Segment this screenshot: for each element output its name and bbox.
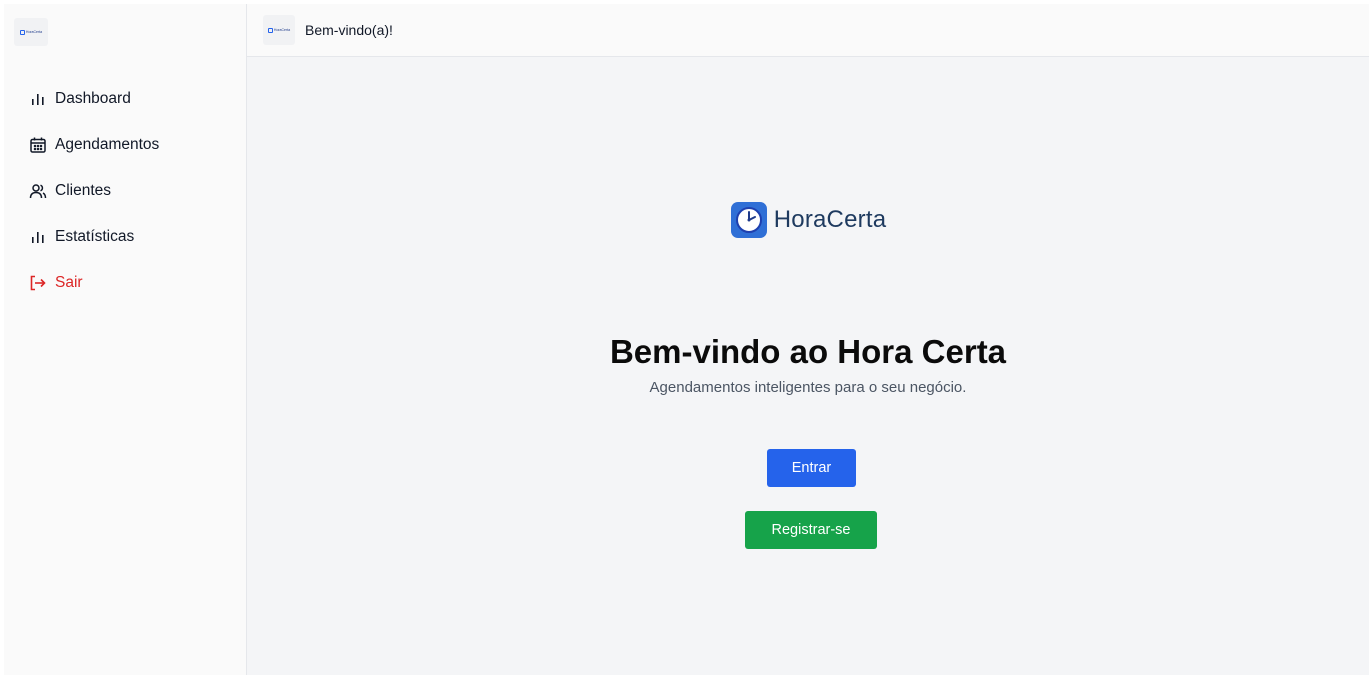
sidebar: HoraCerta Dashboard Agendamentos Cliente… <box>4 4 247 675</box>
register-button[interactable]: Registrar-se <box>745 511 877 549</box>
header-logo-text: HoraCerta <box>273 28 291 32</box>
sidebar-item-estatisticas[interactable]: Estatísticas <box>4 214 246 260</box>
welcome-content: HoraCerta Bem-vindo ao Hora Certa Agenda… <box>247 57 1369 675</box>
app-shell: HoraCerta Dashboard Agendamentos Cliente… <box>4 4 1369 675</box>
sidebar-item-clientes[interactable]: Clientes <box>4 168 246 214</box>
sidebar-item-label: Agendamentos <box>55 136 160 153</box>
header-logo[interactable]: HoraCerta <box>263 15 295 45</box>
clock-icon <box>730 202 767 238</box>
welcome-heading: Bem-vindo ao Hora Certa <box>609 333 1007 370</box>
sidebar-item-label: Clientes <box>55 182 111 199</box>
bar-chart-icon <box>28 227 48 247</box>
sidebar-nav: Dashboard Agendamentos Clientes Estatíst… <box>4 76 246 306</box>
brand-logo: HoraCerta <box>247 201 1369 239</box>
top-header: HoraCerta Bem-vindo(a)! <box>247 4 1369 57</box>
clock-icon <box>267 27 273 33</box>
sidebar-logo-text: HoraCerta <box>25 30 43 34</box>
calendar-icon <box>28 135 48 155</box>
sidebar-item-dashboard[interactable]: Dashboard <box>4 76 246 122</box>
welcome-subtitle: Agendamentos inteligentes para o seu neg… <box>649 379 967 396</box>
page-title: Bem-vindo(a)! <box>305 22 393 38</box>
bar-chart-icon <box>28 89 48 109</box>
sidebar-item-agendamentos[interactable]: Agendamentos <box>4 122 246 168</box>
login-button[interactable]: Entrar <box>767 449 856 487</box>
sidebar-item-label: Dashboard <box>55 90 131 107</box>
users-icon <box>28 181 48 201</box>
brand-text: HoraCerta <box>773 206 887 233</box>
logout-icon <box>28 273 48 293</box>
sidebar-item-label: Estatísticas <box>55 228 135 245</box>
sidebar-item-label: Sair <box>55 274 83 291</box>
sidebar-logo[interactable]: HoraCerta <box>14 18 48 46</box>
clock-icon <box>19 29 25 35</box>
sidebar-item-sair[interactable]: Sair <box>4 260 246 306</box>
main-area: HoraCerta Bem-vindo(a)! HoraCerta Bem-vi… <box>247 4 1369 675</box>
